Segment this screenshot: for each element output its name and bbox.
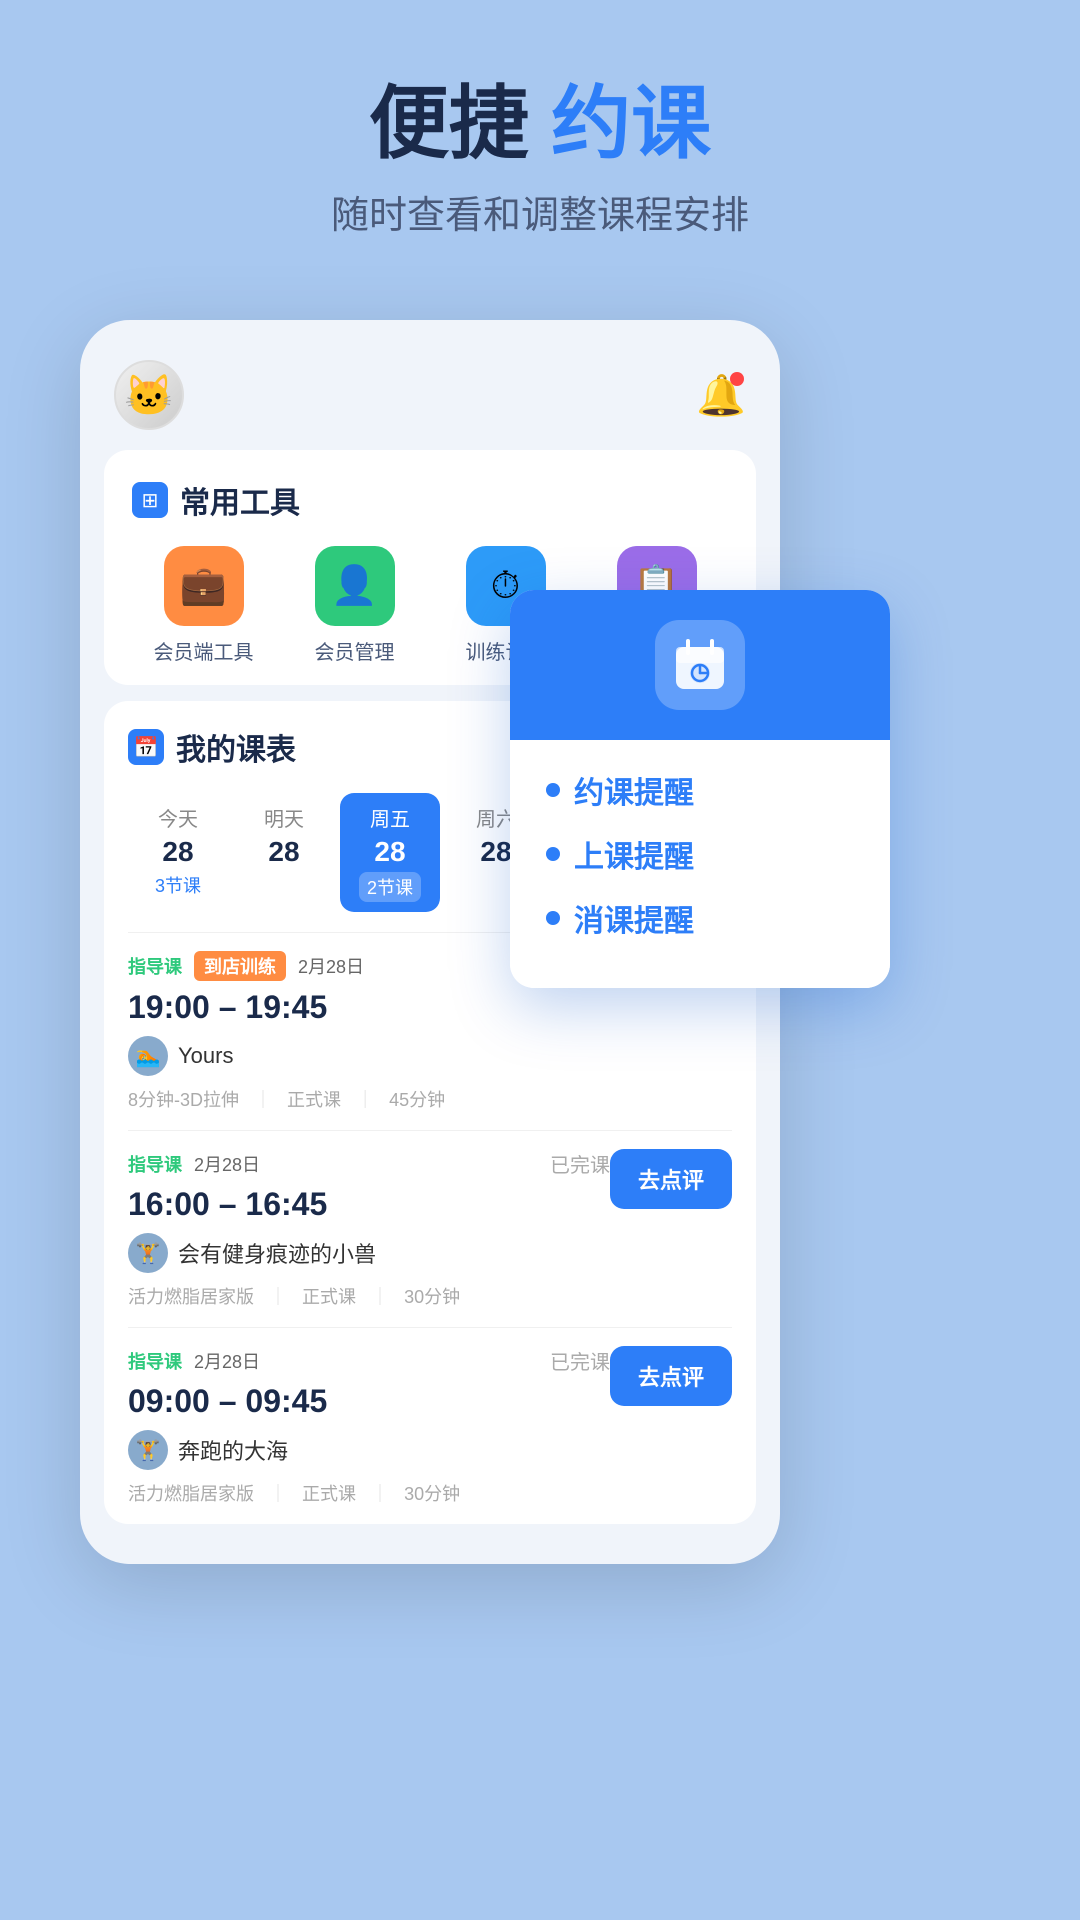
day-num-0: 28	[162, 836, 193, 868]
detail-text-2a: 活力燃脂居家版	[128, 1484, 254, 1504]
schedule-section-icon: 📅	[128, 729, 164, 765]
sep-2b: ｜	[371, 1484, 389, 1504]
bell-badge	[730, 372, 744, 386]
popup-text-0: 约课提醒	[574, 768, 694, 812]
popup-text-1: 上课提醒	[574, 832, 694, 876]
popup-item-0: 约课提醒	[546, 768, 854, 812]
day-num-1: 28	[268, 836, 299, 868]
lesson-date-0: 2月28日	[298, 953, 364, 979]
lesson-content-2: 指导课 2月28日 已完课 09:00 – 09:45 🏋 奔跑的大海 活力燃脂…	[128, 1346, 610, 1506]
review-button-1[interactable]: 去点评	[610, 1149, 732, 1209]
detail-text-1c: 30分钟	[404, 1287, 460, 1307]
day-tomorrow[interactable]: 明天 28	[234, 793, 334, 912]
tool-icon-member-manage: 👤	[315, 546, 395, 626]
sep-1a: ｜	[269, 1287, 287, 1307]
popup-card: 约课提醒 上课提醒 消课提醒	[510, 590, 890, 988]
lesson-meta-2: 指导课 2月28日 已完课	[128, 1346, 610, 1375]
lesson-date-1: 2月28日	[194, 1151, 260, 1177]
tool-item-0[interactable]: 💼 会员端工具	[132, 546, 275, 665]
day-num-3: 28	[480, 836, 511, 868]
title-static: 便捷	[369, 79, 529, 168]
lesson-status-1: 已完课	[550, 1149, 610, 1178]
day-friday[interactable]: 周五 28 2节课	[340, 793, 440, 912]
lesson-time-1: 16:00 – 16:45	[128, 1186, 610, 1223]
lesson-type-1: 指导课	[128, 1151, 182, 1177]
lesson-item-1: 指导课 2月28日 已完课 16:00 – 16:45 🏋 会有健身痕迹的小兽 …	[128, 1130, 732, 1327]
day-today[interactable]: 今天 28 3节课	[128, 793, 228, 912]
popup-dot-2	[546, 911, 560, 925]
lesson-type-0: 指导课	[128, 953, 182, 979]
day-lessons-2: 2节课	[359, 872, 421, 902]
detail-text-1a: 活力燃脂居家版	[128, 1287, 254, 1307]
lesson-meta-1: 指导课 2月28日 已完课	[128, 1149, 610, 1178]
lesson-type-2: 指导课	[128, 1348, 182, 1374]
lesson-row-2: 指导课 2月28日 已完课 09:00 – 09:45 🏋 奔跑的大海 活力燃脂…	[128, 1346, 732, 1506]
header-title: 便捷 约课	[0, 80, 1080, 168]
popup-icon	[655, 620, 745, 710]
detail-text-2b: 正式课	[302, 1484, 356, 1504]
day-name-2: 周五	[370, 803, 410, 832]
trainer-name-0: Yours	[178, 1043, 233, 1069]
lesson-detail-0: 8分钟-3D拉伸 ｜ 正式课 ｜ 45分钟	[128, 1086, 732, 1112]
popup-body: 约课提醒 上课提醒 消课提醒	[510, 740, 890, 988]
tool-label-0: 会员端工具	[154, 636, 254, 665]
lesson-time-2: 09:00 – 09:45	[128, 1383, 610, 1420]
tool-label-1: 会员管理	[315, 636, 395, 665]
detail-text-0a: 8分钟-3D拉伸	[128, 1090, 239, 1110]
tools-section-icon: ⊞	[132, 482, 168, 518]
detail-text-0c: 45分钟	[389, 1090, 445, 1110]
day-name-0: 今天	[158, 803, 198, 832]
day-num-2: 28	[374, 836, 405, 868]
lesson-date-2: 2月28日	[194, 1348, 260, 1374]
trainer-avatar-0: 🏊	[128, 1036, 168, 1076]
detail-text-2c: 30分钟	[404, 1484, 460, 1504]
lesson-content-1: 指导课 2月28日 已完课 16:00 – 16:45 🏋 会有健身痕迹的小兽 …	[128, 1149, 610, 1309]
popup-dot-0	[546, 783, 560, 797]
detail-text-1b: 正式课	[302, 1287, 356, 1307]
phone-topbar: 🐱 🔔	[104, 350, 756, 450]
sep-2a: ｜	[269, 1484, 287, 1504]
lesson-trainer-2: 🏋 奔跑的大海	[128, 1430, 610, 1470]
header-subtitle: 随时查看和调整课程安排	[0, 184, 1080, 239]
lesson-time-0: 19:00 – 19:45	[128, 989, 732, 1026]
lesson-detail-2: 活力燃脂居家版 ｜ 正式课 ｜ 30分钟	[128, 1480, 610, 1506]
header: 便捷 约课 随时查看和调整课程安排	[0, 0, 1080, 279]
lesson-trainer-0: 🏊 Yours	[128, 1036, 732, 1076]
popup-text-2: 消课提醒	[574, 896, 694, 940]
sep-1b: ｜	[371, 1287, 389, 1307]
lesson-detail-1: 活力燃脂居家版 ｜ 正式课 ｜ 30分钟	[128, 1283, 610, 1309]
popup-dot-1	[546, 847, 560, 861]
title-highlight: 约课	[551, 79, 711, 168]
detail-text-0b: 正式课	[287, 1090, 341, 1110]
review-button-2[interactable]: 去点评	[610, 1346, 732, 1406]
tools-section-header: ⊞ 常用工具	[132, 478, 728, 522]
trainer-avatar-1: 🏋	[128, 1233, 168, 1273]
lesson-row-1: 指导课 2月28日 已完课 16:00 – 16:45 🏋 会有健身痕迹的小兽 …	[128, 1149, 732, 1309]
trainer-name-2: 奔跑的大海	[178, 1434, 288, 1466]
day-name-1: 明天	[264, 803, 304, 832]
popup-item-2: 消课提醒	[546, 896, 854, 940]
schedule-section-title: 我的课表	[176, 725, 296, 769]
lesson-trainer-1: 🏋 会有健身痕迹的小兽	[128, 1233, 610, 1273]
notification-bell[interactable]: 🔔	[696, 370, 746, 420]
avatar: 🐱	[114, 360, 184, 430]
trainer-name-1: 会有健身痕迹的小兽	[178, 1237, 376, 1269]
popup-header	[510, 590, 890, 740]
lesson-subtag-0: 到店训练	[194, 951, 286, 981]
lesson-status-2: 已完课	[550, 1346, 610, 1375]
trainer-avatar-2: 🏋	[128, 1430, 168, 1470]
sep-0b: ｜	[356, 1090, 374, 1110]
popup-item-1: 上课提醒	[546, 832, 854, 876]
tool-item-1[interactable]: 👤 会员管理	[283, 546, 426, 665]
sep-0a: ｜	[254, 1090, 272, 1110]
lesson-item-2: 指导课 2月28日 已完课 09:00 – 09:45 🏋 奔跑的大海 活力燃脂…	[128, 1327, 732, 1524]
tools-section-title: 常用工具	[180, 478, 300, 522]
day-lessons-0: 3节课	[155, 872, 201, 898]
tool-icon-member-tools: 💼	[164, 546, 244, 626]
